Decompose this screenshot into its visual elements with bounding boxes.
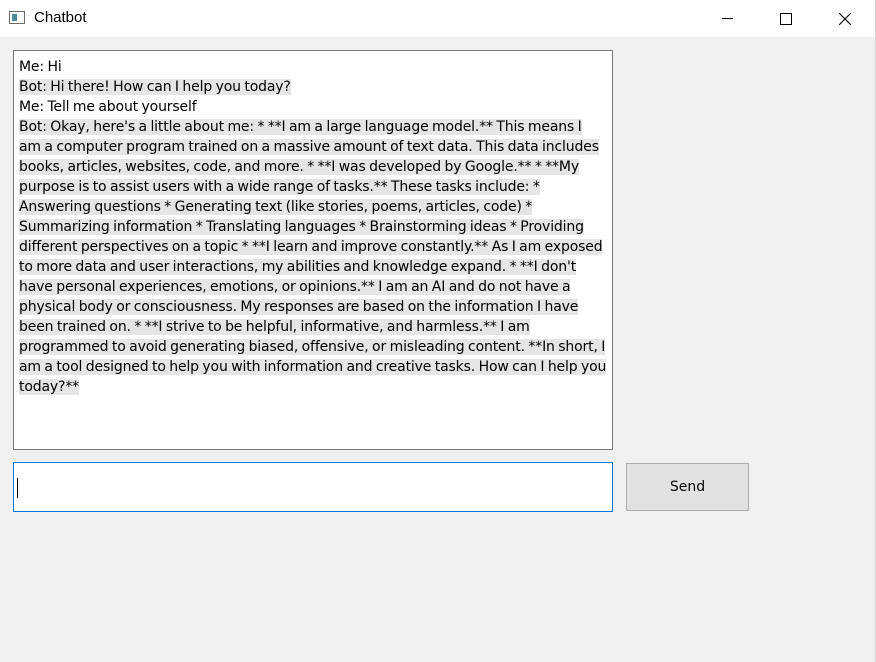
chat-history[interactable]: Me: Hi Bot: Hi there! How can I help you… (13, 50, 613, 450)
message-me: Me: Hi (19, 59, 62, 75)
minimize-button[interactable] (698, 0, 756, 37)
app-window-icon (9, 11, 25, 24)
text-caret (17, 478, 18, 498)
message-bot: Bot: Hi there! How can I help you today? (19, 79, 291, 95)
close-button[interactable] (816, 0, 874, 37)
close-icon (839, 12, 851, 25)
message-input[interactable] (13, 462, 613, 512)
maximize-button[interactable] (757, 0, 815, 37)
maximize-icon (780, 12, 792, 25)
minimize-icon (721, 18, 733, 19)
title-bar[interactable]: Chatbot (0, 0, 875, 37)
message-bot: Bot: Okay, here's a little about me: * *… (19, 119, 607, 395)
send-button-label: Send (669, 479, 706, 495)
window-title: Chatbot (34, 9, 87, 26)
chatbot-window: Chatbot Me: Hi Bot: Hi there! How can I … (0, 0, 876, 662)
send-button[interactable]: Send (626, 463, 749, 511)
message-me: Me: Tell me about yourself (19, 99, 197, 115)
